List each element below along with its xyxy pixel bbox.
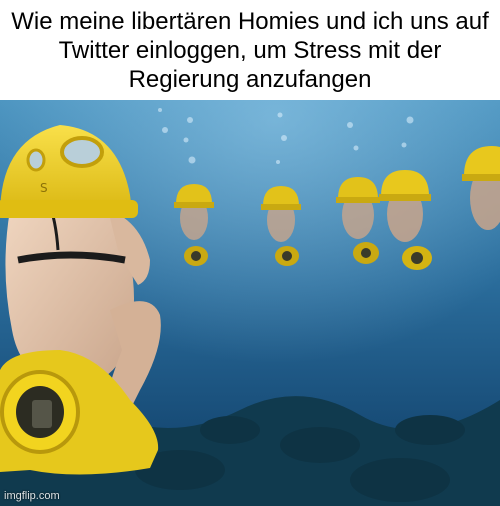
meme-photo: S imgflip.com [0, 100, 500, 506]
svg-text:S: S [40, 181, 48, 195]
imgflip-watermark: imgflip.com [4, 490, 60, 502]
meme-caption: Wie meine libertären Homies und ich uns … [0, 0, 500, 100]
meme-container: Wie meine libertären Homies und ich uns … [0, 0, 500, 506]
